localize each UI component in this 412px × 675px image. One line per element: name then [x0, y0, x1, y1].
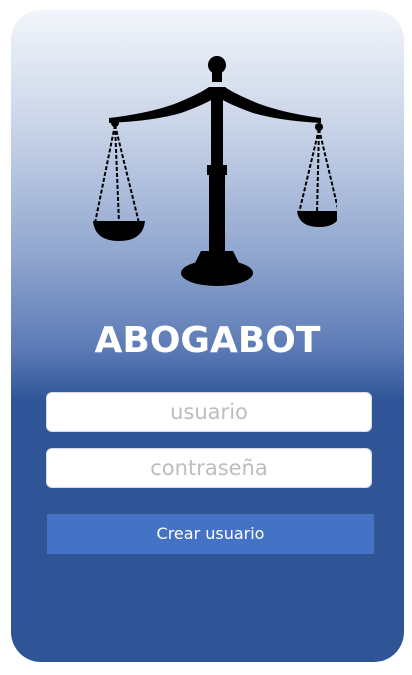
app-title: ABOGABOT [94, 320, 321, 361]
username-input[interactable] [46, 392, 372, 432]
login-card: ABOGABOT Crear usuario [11, 10, 404, 662]
scales-of-justice-icon [93, 56, 337, 286]
create-user-button-label: Crear usuario [156, 524, 265, 543]
password-input[interactable] [46, 448, 372, 488]
create-user-button[interactable]: Crear usuario [47, 514, 374, 554]
